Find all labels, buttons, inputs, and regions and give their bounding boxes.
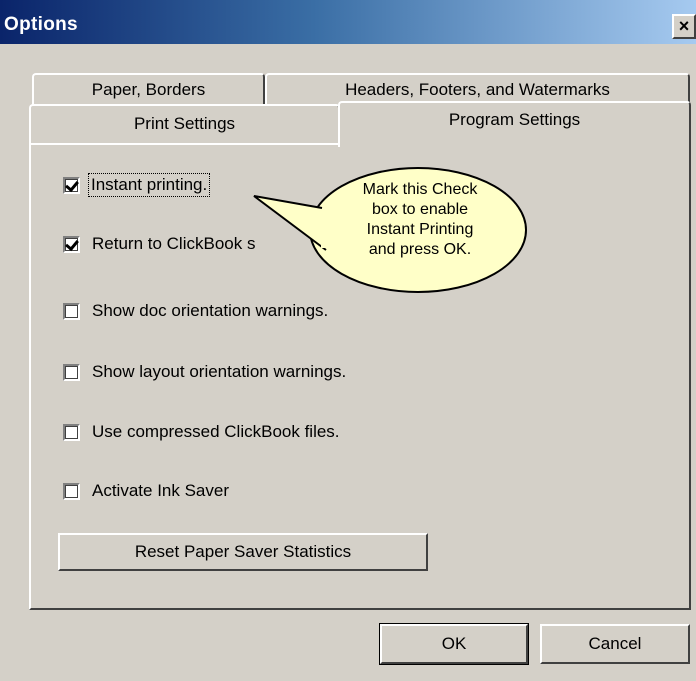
reset-button-label: Reset Paper Saver Statistics (134, 542, 352, 561)
doc-orientation-checkbox[interactable] (63, 302, 80, 320)
reset-paper-saver-button[interactable]: Reset Paper Saver Statistics (58, 533, 428, 571)
tab-print-settings[interactable]: Print Settings (29, 104, 340, 144)
ok-button[interactable]: OK (379, 623, 529, 665)
instant-printing-label: Instant printing. (87, 173, 211, 197)
instant-printing-checkbox[interactable] (63, 176, 80, 194)
option-ink-saver[interactable]: Activate Ink Saver (63, 480, 229, 502)
ink-saver-label: Activate Ink Saver (92, 481, 230, 500)
option-doc-orientation-warnings[interactable]: Show doc orientation warnings. (63, 300, 328, 322)
close-button[interactable]: × (672, 14, 696, 39)
close-icon: × (678, 16, 690, 36)
callout-line: and press OK. (368, 241, 472, 258)
tab-label: Print Settings (133, 114, 236, 133)
callout-line: Mark this Check (362, 181, 478, 198)
layout-orientation-label: Show layout orientation warnings. (92, 362, 347, 381)
tab-label: Headers, Footers, and Watermarks (345, 80, 610, 99)
option-return-to-clickbook[interactable]: Return to ClickBook s (63, 233, 255, 255)
ok-button-label: OK (441, 634, 467, 653)
window-title: Options (4, 14, 78, 35)
callout-line: Instant Printing (366, 221, 474, 238)
cancel-button[interactable]: Cancel (540, 624, 690, 664)
tab-program-settings[interactable]: Program Settings (338, 101, 691, 147)
title-bar: Options × (0, 0, 696, 44)
option-layout-orientation-warnings[interactable]: Show layout orientation warnings. (63, 361, 346, 383)
return-to-clickbook-label: Return to ClickBook s (92, 234, 256, 253)
callout-line: box to enable (371, 201, 469, 218)
tab-label: Program Settings (448, 110, 581, 129)
compressed-files-label: Use compressed ClickBook files. (92, 422, 340, 441)
cancel-button-label: Cancel (588, 634, 642, 653)
compressed-files-checkbox[interactable] (63, 423, 80, 441)
ink-saver-checkbox[interactable] (63, 482, 80, 500)
tab-label: Paper, Borders (91, 80, 206, 99)
option-compressed-files[interactable]: Use compressed ClickBook files. (63, 421, 340, 443)
callout-text: Mark this Check box to enable Instant Pr… (314, 180, 526, 260)
option-instant-printing[interactable]: Instant printing. (63, 173, 211, 197)
layout-orientation-checkbox[interactable] (63, 363, 80, 381)
doc-orientation-label: Show doc orientation warnings. (92, 301, 329, 320)
return-to-clickbook-checkbox[interactable] (63, 235, 80, 253)
